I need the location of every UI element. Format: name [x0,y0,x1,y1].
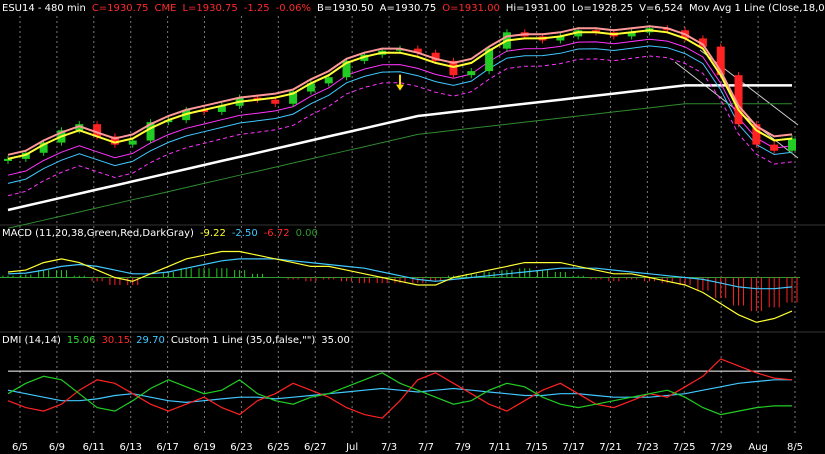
high-value: Hi=1931.00 [505,3,566,14]
down-arrow-head [396,84,404,91]
last-value: L=1930.75 [182,3,238,14]
macd-header: MACD (11,20,38,Green,Red,DarkGray) -9.22-… [2,228,324,240]
dmi-value-2: 30.15 [101,335,131,346]
minus-di-line [7,358,793,419]
x-tick-label: 7/15 [525,442,547,453]
x-tick-label: 7/23 [636,442,658,453]
x-tick-label: 6/27 [304,442,326,453]
long-ma-green-line [7,103,792,229]
dmi-value-3: 29.70 [136,335,165,346]
x-tick-label: 8/5 [787,442,803,453]
symbol-label: ESU14 - 480 min [2,3,86,14]
x-tick-label: 7/3 [381,442,397,453]
dmi-value-1: 15.06 [66,335,96,346]
x-tick-label: 7/7 [418,442,434,453]
macd-value-3: -6.72 [263,228,290,239]
ask-value: A=1930.75 [379,3,437,14]
macd-value-1: -9.22 [199,228,226,239]
chart-canvas: 6/5 6/9 6/11 6/13 6/17 6/19 6/23 6/25 6/27 Jul 7/3… [0,16,825,453]
study-label: Mov Avg 1 Line (Close,18,0) [688,3,825,14]
x-tick-label: 7/21 [599,442,621,453]
x-tick-label: 7/25 [673,442,695,453]
custom-value: 35.00 [321,335,350,346]
macd-value-2: -2.50 [231,228,258,239]
volume-value: V=6,524 [639,3,683,14]
macd-label: MACD (11,20,38,Green,Red,DarkGray) [2,228,194,239]
macd-line [7,250,793,323]
macd-signal-line [7,258,793,290]
x-tick-label: 6/25 [267,442,289,453]
candle-body [324,77,333,84]
candle-body [770,144,779,151]
low-value: Lo=1928.25 [571,3,634,14]
x-tick-label: 6/9 [49,442,65,453]
x-tick-label: 7/29 [710,442,732,453]
candle-body [128,140,137,145]
price-header: ESU14 - 480 min C=1930.75 CME L=1930.75 -1.2… [2,3,825,15]
x-tick-label: 6/23 [230,442,252,453]
x-tick-label: 6/11 [83,442,105,453]
x-tick-label: 7/11 [489,442,511,453]
x-tick-label: 6/17 [156,442,178,453]
candle-body [271,99,280,104]
change-value: -1.25 [243,3,270,14]
x-tick-label: 6/13 [119,442,141,453]
band-magenta-line-2 [7,38,793,176]
custom-label: Custom 1 Line (35,0,false,"") [170,335,316,346]
dmi-label: DMI (14,14) [2,335,61,346]
x-tick-label: 7/17 [562,442,584,453]
x-tick-label: Jul [345,442,358,453]
long-ma-white-line [7,84,792,212]
exchange-label: CME [154,3,177,14]
close-value: C=1930.75 [91,3,149,14]
x-tick-label: 6/5 [12,442,28,453]
x-tick-label: Aug [748,442,768,453]
candle-body [788,138,796,151]
candle-body [467,71,476,76]
band-cyan-line [7,45,793,184]
x-tick-label: 6/19 [193,442,215,453]
bid-value: B=1930.50 [317,3,374,14]
dmi-header: DMI (14,14) 15.06 30.15 29.70 Custom 1 Line … [2,335,356,347]
macd-value-4: 0.00 [295,228,318,239]
open-value: O=1931.00 [442,3,500,14]
change-pct-value: -0.06% [275,3,312,14]
x-tick-label: 7/9 [455,442,471,453]
